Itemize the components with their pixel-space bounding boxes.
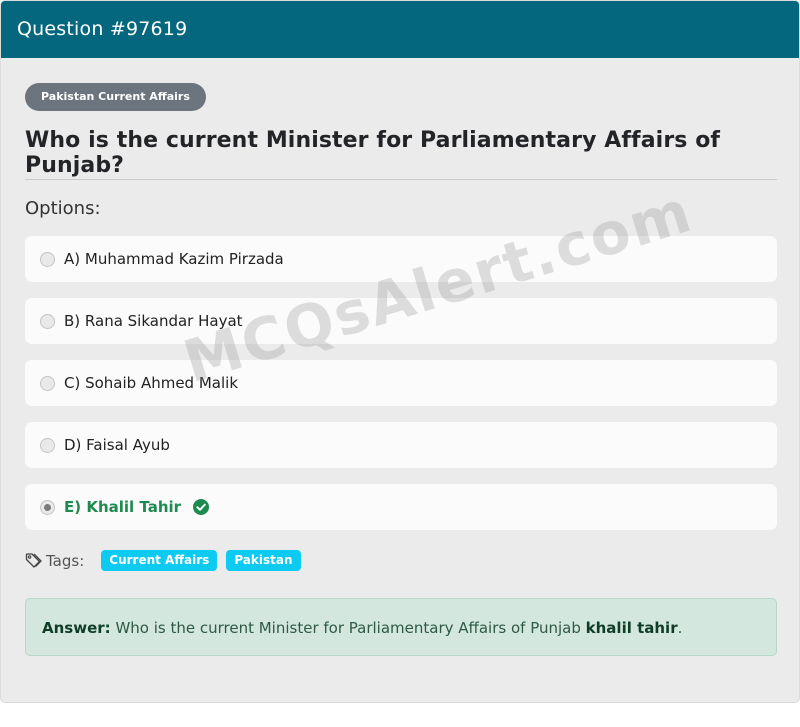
option-label: B) Rana Sikandar Hayat [64, 312, 243, 330]
tag-icon [25, 552, 42, 569]
radio-button-checked[interactable] [40, 499, 55, 515]
question-text: Who is the current Minister for Parliame… [25, 128, 721, 178]
answer-prefix: Answer: [42, 619, 111, 637]
answer-value: khalil tahir [585, 619, 678, 637]
check-circle-icon [193, 499, 210, 515]
option-d[interactable]: D) Faisal Ayub [25, 422, 777, 468]
tags-row: Tags: Current Affairs Pakistan [25, 550, 310, 571]
question-number: Question #97619 [17, 18, 188, 40]
tag-pakistan[interactable]: Pakistan [226, 550, 301, 571]
option-a[interactable]: A) Muhammad Kazim Pirzada [25, 236, 777, 282]
question-header: Question #97619 [1, 1, 799, 58]
radio-button[interactable] [40, 437, 55, 453]
divider [25, 179, 777, 180]
answer-text: Who is the current Minister for Parliame… [115, 619, 581, 637]
option-e[interactable]: E) Khalil Tahir [25, 484, 777, 530]
question-card: Question #97619 Pakistan Current Affairs… [0, 0, 800, 703]
radio-button[interactable] [40, 251, 55, 267]
option-b[interactable]: B) Rana Sikandar Hayat [25, 298, 777, 344]
options-heading: Options: [25, 198, 101, 219]
option-label: A) Muhammad Kazim Pirzada [64, 250, 284, 268]
tag-current-affairs[interactable]: Current Affairs [101, 550, 218, 571]
radio-button[interactable] [40, 313, 55, 329]
tags-label: Tags: [46, 551, 85, 570]
category-badge[interactable]: Pakistan Current Affairs [25, 83, 206, 111]
answer-box: Answer: Who is the current Minister for … [25, 598, 777, 656]
option-label: E) Khalil Tahir [64, 498, 182, 516]
radio-button[interactable] [40, 375, 55, 391]
option-label: C) Sohaib Ahmed Malik [64, 374, 239, 392]
option-label: D) Faisal Ayub [64, 436, 170, 454]
option-c[interactable]: C) Sohaib Ahmed Malik [25, 360, 777, 406]
answer-suffix: . [677, 619, 683, 637]
